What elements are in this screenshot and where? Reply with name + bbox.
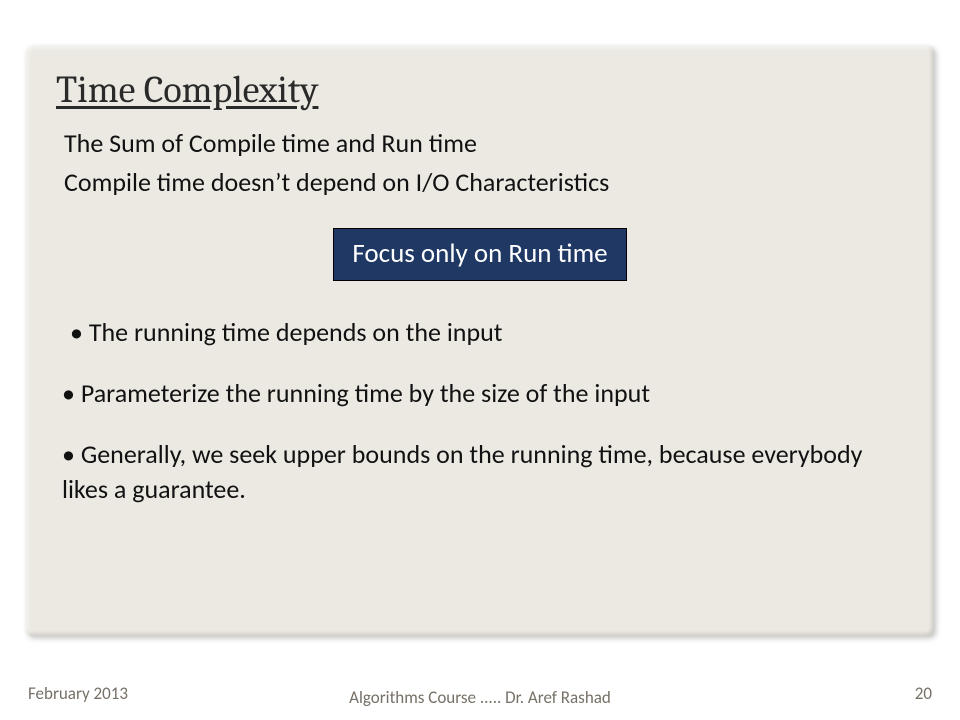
slide-footer: February 2013 Algorithms Course ..... Dr… xyxy=(28,678,932,708)
focus-callout: Focus only on Run time xyxy=(333,228,626,281)
slide-title: Time Complexity xyxy=(56,68,904,112)
bullet-list: • The running time depends on the input … xyxy=(62,315,904,507)
bullet-dot-icon: • xyxy=(62,376,75,411)
bullet-item: • Parameterize the running time by the s… xyxy=(62,376,904,411)
footer-page-number: 20 xyxy=(915,683,932,704)
callout-container: Focus only on Run time xyxy=(56,228,904,281)
bullet-item: • The running time depends on the input xyxy=(62,315,904,350)
bullet-text: Parameterize the running time by the siz… xyxy=(81,377,650,409)
bullet-item: • Generally, we seek upper bounds on the… xyxy=(62,437,904,507)
content-panel: Time Complexity The Sum of Compile time … xyxy=(26,46,934,636)
body-line-1: The Sum of Compile time and Run time xyxy=(64,126,904,161)
bullet-text: The running time depends on the input xyxy=(89,316,503,348)
bullet-dot-icon: • xyxy=(62,437,75,472)
bullet-dot-icon: • xyxy=(70,315,83,350)
footer-center: Algorithms Course ..... Dr. Aref Rashad xyxy=(28,687,932,708)
slide: Time Complexity The Sum of Compile time … xyxy=(0,0,960,720)
bullet-text: Generally, we seek upper bounds on the r… xyxy=(62,438,862,505)
body-line-2: Compile time doesn’t depend on I/O Chara… xyxy=(64,165,904,200)
